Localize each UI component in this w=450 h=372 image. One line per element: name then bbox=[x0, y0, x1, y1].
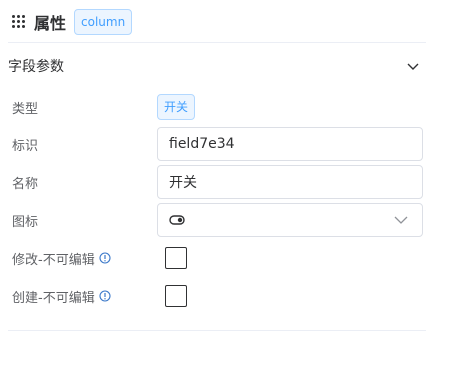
divider bbox=[8, 42, 426, 43]
identifier-row: 标识 field7e34 bbox=[12, 127, 426, 161]
toggle-switch-icon bbox=[169, 215, 185, 225]
identifier-input[interactable]: field7e34 bbox=[157, 127, 423, 161]
name-label: 名称 bbox=[12, 176, 39, 192]
component-type-tag: column bbox=[74, 9, 133, 35]
info-icon[interactable] bbox=[99, 252, 111, 264]
name-input[interactable]: 开关 bbox=[157, 165, 423, 199]
name-row: 名称 开关 bbox=[12, 165, 426, 199]
type-row: 类型 开关 bbox=[12, 94, 426, 120]
chevron-down-icon[interactable] bbox=[393, 212, 409, 228]
panel-title: 属性 bbox=[34, 14, 67, 33]
chevron-down-icon[interactable] bbox=[406, 59, 420, 73]
identifier-label: 标识 bbox=[12, 138, 39, 154]
drag-handle-icon[interactable] bbox=[12, 15, 26, 29]
create-readonly-label: 创建-不可编辑 bbox=[12, 287, 157, 306]
info-icon[interactable] bbox=[99, 290, 111, 302]
icon-row: 图标 bbox=[12, 203, 426, 237]
create-readonly-row: 创建-不可编辑 bbox=[12, 283, 426, 309]
field-params-section-header[interactable]: 字段参数 bbox=[8, 52, 426, 80]
panel-header: 属性 column bbox=[12, 8, 133, 36]
section-title: 字段参数 bbox=[8, 59, 64, 75]
edit-readonly-label-text: 修改-不可编辑 bbox=[12, 252, 95, 268]
edit-readonly-row: 修改-不可编辑 bbox=[12, 245, 426, 271]
icon-select[interactable] bbox=[157, 203, 423, 237]
create-readonly-checkbox[interactable] bbox=[165, 285, 187, 307]
edit-readonly-label: 修改-不可编辑 bbox=[12, 249, 157, 268]
divider bbox=[8, 330, 426, 331]
edit-readonly-checkbox[interactable] bbox=[165, 247, 187, 269]
create-readonly-label-text: 创建-不可编辑 bbox=[12, 290, 95, 306]
icon-label: 图标 bbox=[12, 214, 39, 230]
type-label: 类型 bbox=[12, 101, 39, 117]
type-value-tag: 开关 bbox=[157, 94, 196, 120]
